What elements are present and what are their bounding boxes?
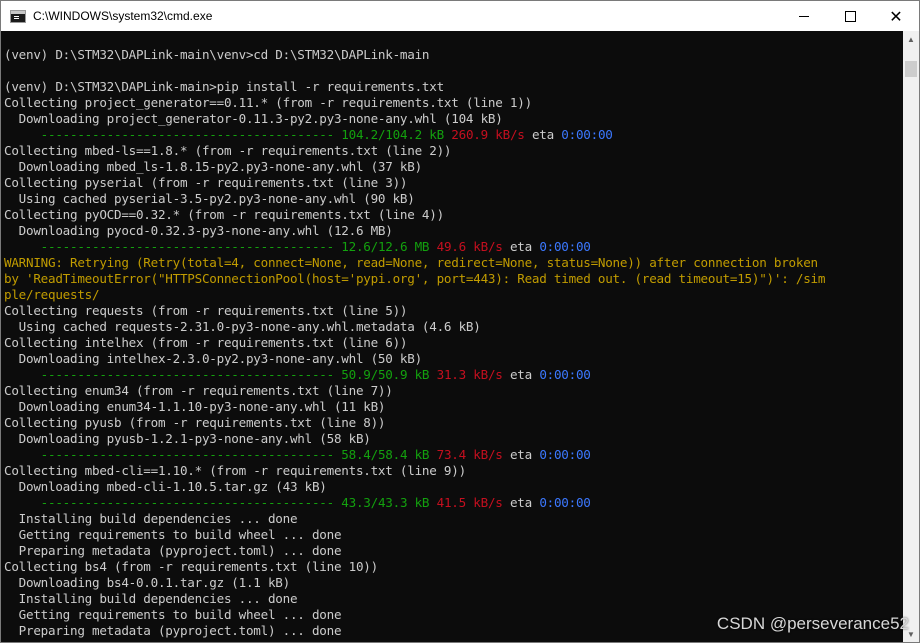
output-line: Preparing metadata (pyproject.toml) ... …	[4, 623, 342, 638]
progress-bar: ----------------------------------------	[4, 495, 342, 510]
eta-label: eta	[509, 495, 532, 510]
scrollbar-thumb[interactable]	[905, 61, 917, 77]
progress-line: ----------------------------------------…	[4, 127, 825, 143]
progress-line: ----------------------------------------…	[4, 495, 825, 511]
output-line: Collecting pyOCD==0.32.* (from -r requir…	[4, 207, 444, 222]
output-line: Downloading project_generator-0.11.3-py2…	[4, 111, 503, 126]
progress-rate: 260.9 kB/s	[451, 127, 525, 142]
console-output[interactable]: (venv) D:\STM32\DAPLink-main\venv>cd D:\…	[1, 31, 903, 642]
output-line: Collecting requests (from -r requirement…	[4, 303, 408, 318]
output-line: Downloading pyocd-0.32.3-py3-none-any.wh…	[4, 223, 393, 238]
progress-size: 104.2/104.2 kB	[341, 127, 444, 142]
progress-rate: 73.4 kB/s	[436, 447, 503, 462]
output-line: Collecting intelhex (from -r requirement…	[4, 335, 408, 350]
output-line: (venv) D:\STM32\DAPLink-main\venv>cd D:\…	[4, 47, 430, 62]
output-line: Collecting enum34 (from -r requirements.…	[4, 383, 393, 398]
minimize-button[interactable]	[781, 1, 827, 31]
eta-label: eta	[509, 367, 532, 382]
output-line: Collecting pyserial (from -r requirement…	[4, 175, 408, 190]
csdn-watermark: CSDN @perseverance52	[716, 614, 909, 633]
scroll-up-icon[interactable]: ▲	[903, 31, 919, 47]
output-line: Installing build dependencies ... done	[4, 511, 298, 526]
eta-label: eta	[509, 239, 532, 254]
output-line: Using cached requests-2.31.0-py3-none-an…	[4, 319, 481, 334]
progress-size: 58.4/58.4 kB	[341, 447, 430, 462]
progress-rate: 41.5 kB/s	[436, 495, 503, 510]
output-line: Downloading mbed-cli-1.10.5.tar.gz (43 k…	[4, 479, 327, 494]
title-bar[interactable]: C:\WINDOWS\system32\cmd.exe ✕	[1, 1, 919, 31]
progress-line: ----------------------------------------…	[4, 447, 825, 463]
output-line: Downloading intelhex-2.3.0-py2.py3-none-…	[4, 351, 423, 366]
output-line: Collecting mbed-ls==1.8.* (from -r requi…	[4, 143, 452, 158]
output-line: Collecting mbed-cli==1.10.* (from -r req…	[4, 463, 466, 478]
output-line: Installing build dependencies ... done	[4, 591, 298, 606]
progress-bar: ----------------------------------------	[4, 239, 342, 254]
output-line: Using cached pyserial-3.5-py2.py3-none-a…	[4, 191, 415, 206]
warning-line: ple/requests/	[4, 287, 100, 302]
progress-rate: 49.6 kB/s	[436, 239, 503, 254]
progress-eta: 0:00:00	[539, 447, 591, 462]
cmd-window: C:\WINDOWS\system32\cmd.exe ✕ (venv) D:\…	[0, 0, 920, 643]
progress-line: ----------------------------------------…	[4, 367, 825, 383]
output-line: Getting requirements to build wheel ... …	[4, 607, 342, 622]
warning-line: by 'ReadTimeoutError("HTTPSConnectionPoo…	[4, 271, 826, 286]
eta-label: eta	[509, 447, 532, 462]
output-line: Getting requirements to build wheel ... …	[4, 527, 342, 542]
output-line: Downloading enum34-1.1.10-py3-none-any.w…	[4, 399, 386, 414]
console-lines: (venv) D:\STM32\DAPLink-main\venv>cd D:\…	[4, 47, 825, 639]
output-line: Collecting bs4 (from -r requirements.txt…	[4, 559, 378, 574]
progress-size: 50.9/50.9 kB	[341, 367, 430, 382]
progress-bar: ----------------------------------------	[4, 127, 342, 142]
progress-eta: 0:00:00	[561, 127, 613, 142]
progress-eta: 0:00:00	[539, 367, 591, 382]
maximize-button[interactable]	[827, 1, 873, 31]
vertical-scrollbar[interactable]: ▲ ▼	[903, 31, 919, 642]
output-line: Downloading mbed_ls-1.8.15-py2.py3-none-…	[4, 159, 423, 174]
cmd-app-icon[interactable]	[10, 9, 26, 23]
output-line: Collecting pyusb (from -r requirements.t…	[4, 415, 386, 430]
output-line: (venv) D:\STM32\DAPLink-main>pip install…	[4, 79, 444, 94]
output-line: Downloading bs4-0.0.1.tar.gz (1.1 kB)	[4, 575, 291, 590]
progress-rate: 31.3 kB/s	[436, 367, 503, 382]
eta-label: eta	[531, 127, 554, 142]
window-controls: ✕	[781, 1, 919, 31]
progress-size: 12.6/12.6 MB	[341, 239, 430, 254]
close-icon: ✕	[889, 6, 903, 26]
output-line: Downloading pyusb-1.2.1-py3-none-any.whl…	[4, 431, 371, 446]
progress-eta: 0:00:00	[539, 495, 591, 510]
progress-line: ----------------------------------------…	[4, 239, 825, 255]
progress-eta: 0:00:00	[539, 239, 591, 254]
output-line: Collecting project_generator==0.11.* (fr…	[4, 95, 532, 110]
output-line: Preparing metadata (pyproject.toml) ... …	[4, 543, 342, 558]
close-button[interactable]: ✕	[873, 1, 919, 31]
progress-bar: ----------------------------------------	[4, 447, 342, 462]
warning-line: WARNING: Retrying (Retry(total=4, connec…	[4, 255, 818, 270]
maximize-icon	[844, 10, 856, 22]
progress-bar: ----------------------------------------	[4, 367, 342, 382]
progress-size: 43.3/43.3 kB	[341, 495, 430, 510]
window-title: C:\WINDOWS\system32\cmd.exe	[33, 9, 213, 23]
minimize-icon	[799, 15, 809, 17]
